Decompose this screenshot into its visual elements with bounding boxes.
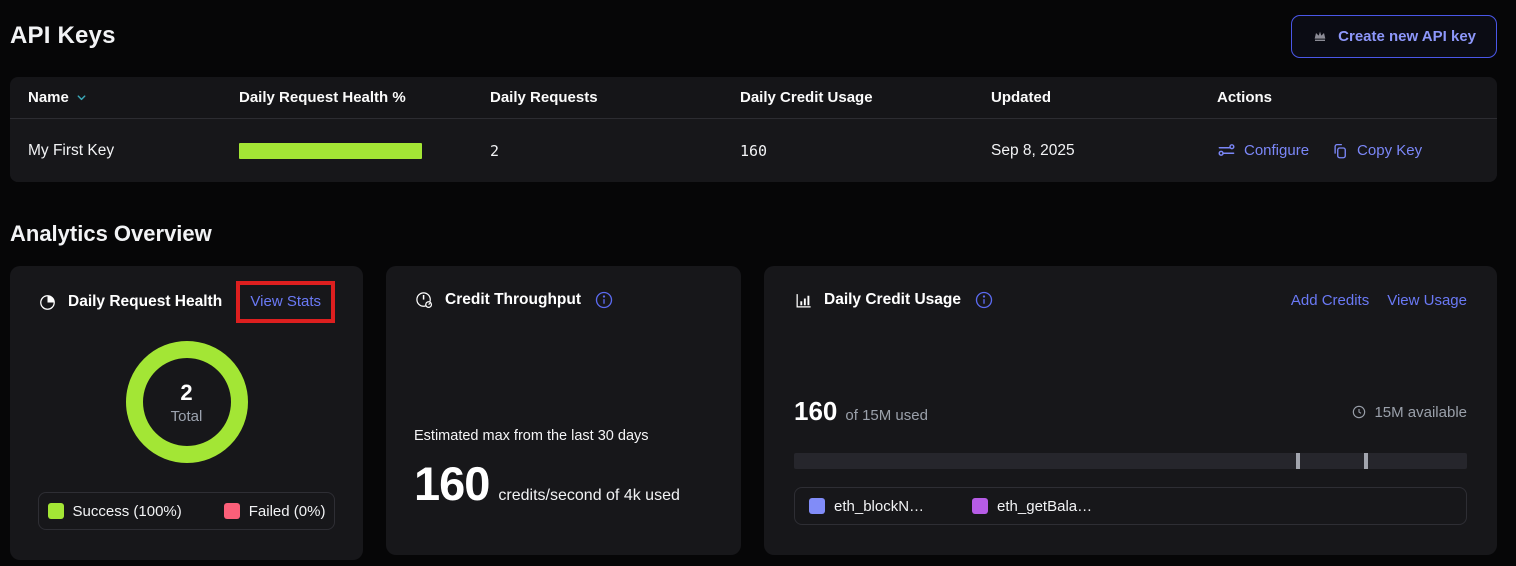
column-header-updated: Updated (991, 89, 1217, 106)
donut-chart-wrap: 2 Total (38, 341, 335, 463)
sliders-icon (1217, 141, 1236, 160)
column-header-name[interactable]: Name (28, 89, 239, 106)
daily-credit-usage-value: 160 (740, 142, 991, 160)
copy-key-link[interactable]: Copy Key (1331, 142, 1422, 160)
pie-chart-icon (38, 293, 57, 312)
credits-available-label: 15M available (1374, 404, 1467, 421)
credits-used-value: 160 (794, 396, 837, 427)
clock-icon (1351, 404, 1367, 420)
eth-getbalance-swatch (972, 498, 988, 514)
donut-total-value: 2 (180, 380, 192, 406)
table-row: My First Key 2 160 Sep 8, 2025 Configure… (10, 119, 1497, 182)
donut-total-label: Total (171, 408, 203, 425)
updated-value: Sep 8, 2025 (991, 142, 1217, 160)
column-header-credit-usage: Daily Credit Usage (740, 89, 991, 106)
view-usage-link[interactable]: View Usage (1387, 292, 1467, 309)
legend-item-eth-getbalance: eth_getBala… (972, 498, 1092, 515)
legend-item-eth-blocknumber: eth_blockN… (809, 498, 924, 515)
usage-legend: eth_blockN… eth_getBala… (794, 487, 1467, 525)
configure-link[interactable]: Configure (1217, 141, 1309, 160)
api-keys-table: Name Daily Request Health % Daily Reques… (10, 77, 1497, 182)
throughput-unit: credits/second of 4k used (498, 487, 679, 505)
usage-summary-row: 160 of 15M used 15M available (794, 396, 1467, 427)
throughput-card-header: Credit Throughput (414, 290, 713, 310)
legend-item-failed: Failed (0%) (224, 503, 326, 520)
annotation-highlight-box: View Stats (236, 281, 335, 323)
daily-request-health-card: Daily Request Health View Stats 2 Total … (10, 266, 363, 560)
throughput-value: 160 (414, 456, 489, 511)
daily-credit-usage-card: Daily Credit Usage Add Credits View Usag… (764, 266, 1497, 555)
health-bar (239, 143, 422, 159)
info-icon[interactable] (594, 290, 614, 310)
credit-throughput-card: Credit Throughput Estimated max from the… (386, 266, 741, 555)
throughput-value-row: 160 credits/second of 4k used (414, 456, 713, 511)
copy-icon (1331, 142, 1349, 160)
crown-icon (1312, 28, 1328, 44)
analytics-overview-title: Analytics Overview (10, 221, 1497, 247)
usage-card-title: Daily Credit Usage (824, 291, 961, 309)
success-swatch (48, 503, 64, 519)
dashboard-page: API Keys Create new API key Name Daily R… (0, 14, 1507, 560)
failed-swatch (224, 503, 240, 519)
eth-blocknumber-swatch (809, 498, 825, 514)
bar-chart-icon (794, 291, 813, 310)
success-donut-chart: 2 Total (126, 341, 248, 463)
usage-bar-marker (1296, 453, 1300, 469)
column-header-actions: Actions (1217, 89, 1497, 106)
usage-card-header: Daily Credit Usage Add Credits View Usag… (794, 290, 1467, 310)
create-api-key-button[interactable]: Create new API key (1291, 15, 1497, 58)
legend-item-success: Success (100%) (48, 503, 182, 520)
sort-chevron-down-icon (76, 92, 87, 103)
table-header-row: Name Daily Request Health % Daily Reques… (10, 77, 1497, 119)
column-header-requests: Daily Requests (490, 89, 740, 106)
create-api-key-label: Create new API key (1338, 28, 1476, 45)
column-header-health: Daily Request Health % (239, 89, 490, 106)
actions-cell: Configure Copy Key (1217, 141, 1497, 160)
health-bar-cell (239, 143, 490, 159)
usage-bar-marker (1364, 453, 1368, 469)
info-icon[interactable] (974, 290, 994, 310)
add-credits-link[interactable]: Add Credits (1291, 292, 1369, 309)
daily-requests-value: 2 (490, 142, 740, 160)
credit-usage-bar (794, 453, 1467, 469)
throughput-card-title: Credit Throughput (445, 291, 581, 309)
gauge-icon (414, 290, 434, 310)
health-card-header: Daily Request Health View Stats (38, 281, 335, 323)
page-header: API Keys Create new API key (10, 14, 1497, 58)
view-stats-link[interactable]: View Stats (250, 293, 321, 310)
health-legend: Success (100%) Failed (0%) (38, 492, 335, 530)
credits-used-label: of 15M used (845, 407, 928, 424)
key-name: My First Key (28, 142, 239, 160)
health-card-title: Daily Request Health (68, 293, 222, 311)
page-title: API Keys (10, 22, 116, 50)
throughput-subtitle: Estimated max from the last 30 days (414, 428, 713, 444)
analytics-cards: Daily Request Health View Stats 2 Total … (10, 266, 1497, 560)
